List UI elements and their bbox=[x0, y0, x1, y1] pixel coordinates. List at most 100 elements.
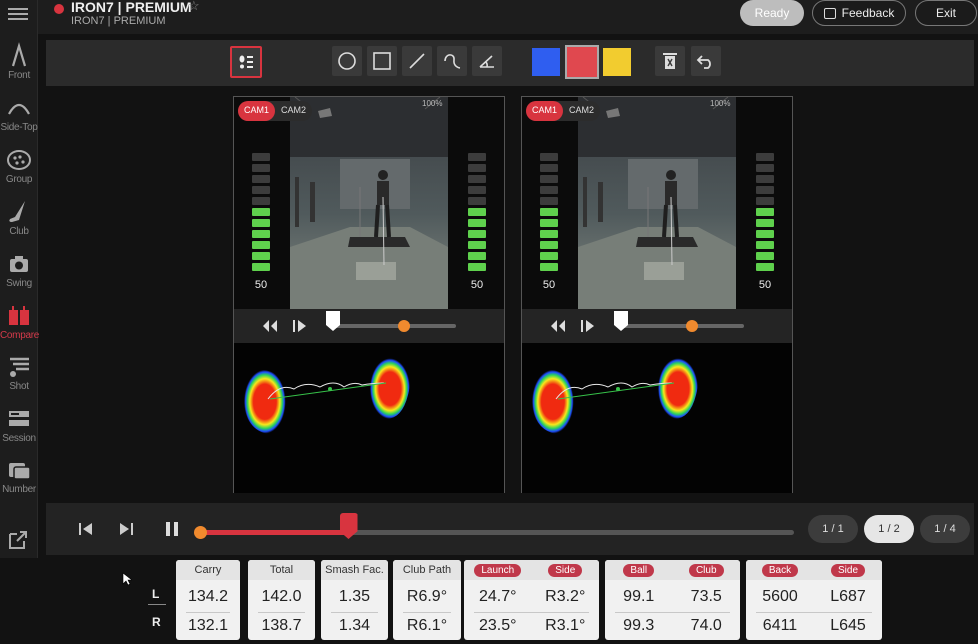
sidebar-item-club[interactable]: Club bbox=[0, 192, 38, 242]
video-controls bbox=[522, 309, 792, 343]
shot-stats: L R Carry 134.2 132.1 Total 142.0 138.7 Smash … bbox=[0, 558, 978, 644]
feedback-icon bbox=[823, 7, 836, 19]
sidebar-item-label: Swing bbox=[6, 278, 32, 289]
video-scrub-handle[interactable] bbox=[614, 311, 628, 331]
sidebar-item-shot[interactable]: Shot bbox=[0, 347, 38, 397]
sidebar-item-side-top[interactable]: Side-Top bbox=[0, 88, 38, 138]
angle-tool-icon[interactable] bbox=[472, 46, 502, 76]
number-icon bbox=[0, 456, 38, 484]
undo-icon[interactable] bbox=[691, 46, 721, 76]
line-tool-icon[interactable] bbox=[402, 46, 432, 76]
video-scrub-marker[interactable] bbox=[686, 320, 698, 332]
level-meter-segment bbox=[756, 230, 774, 238]
rectangle-tool-icon[interactable] bbox=[367, 46, 397, 76]
step-back-icon[interactable] bbox=[262, 319, 278, 338]
tab-cam1[interactable]: CAM1 bbox=[526, 101, 564, 121]
level-meter-segment bbox=[468, 252, 486, 260]
feedback-label: Feedback bbox=[841, 6, 895, 20]
level-meter-segment bbox=[756, 175, 774, 183]
step-forward-icon[interactable] bbox=[292, 319, 308, 338]
level-meter-segment bbox=[540, 186, 558, 194]
color-yellow-swatch[interactable] bbox=[603, 48, 631, 76]
level-meter-segment bbox=[252, 175, 270, 183]
footprint-tool-icon[interactable] bbox=[230, 46, 262, 78]
group-icon bbox=[0, 146, 38, 174]
golfer-video-frame bbox=[290, 97, 448, 309]
playback-timeline: 1 / 11 / 21 / 4 bbox=[46, 503, 974, 555]
video-scrub-track[interactable] bbox=[618, 320, 744, 332]
row-divider bbox=[148, 604, 166, 605]
level-meter-segment bbox=[540, 241, 558, 249]
ready-button[interactable]: Ready bbox=[740, 0, 804, 26]
sidebar-item-label: Compare bbox=[0, 330, 40, 341]
stat-value-right: 74.0 bbox=[690, 617, 722, 634]
right-level-meter bbox=[756, 153, 774, 274]
video-scrub-marker[interactable] bbox=[398, 320, 410, 332]
step-forward-icon[interactable] bbox=[118, 521, 134, 542]
delete-trash-icon[interactable] bbox=[655, 46, 685, 76]
sidebar-item-group[interactable]: Group bbox=[0, 140, 38, 190]
curve-tool-icon[interactable] bbox=[437, 46, 467, 76]
step-back-icon[interactable] bbox=[78, 521, 94, 542]
level-meter-segment bbox=[540, 252, 558, 260]
stat-value-left: R3.2° bbox=[545, 588, 586, 605]
level-meter-segment bbox=[540, 197, 558, 205]
level-meter-segment bbox=[468, 241, 486, 249]
stat-header: Total bbox=[269, 564, 294, 576]
page-button-2[interactable]: 1 / 2 bbox=[864, 515, 914, 543]
circle-tool-icon[interactable] bbox=[332, 46, 362, 76]
stat-card-launch-side: Launch Side 24.7° 23.5° R3.2° R3.1° bbox=[464, 560, 599, 640]
timeline-track[interactable] bbox=[194, 513, 794, 539]
video-scrub-handle[interactable] bbox=[326, 311, 340, 331]
stat-card-back-side: Back Side 5600 6411 L687 L645 bbox=[746, 560, 882, 640]
export-icon[interactable] bbox=[6, 528, 30, 552]
level-meter-segment bbox=[756, 164, 774, 172]
timeline-start-marker[interactable] bbox=[194, 526, 207, 539]
stat-card-carry: Carry 134.2 132.1 bbox=[176, 560, 240, 640]
stat-value-left: 99.1 bbox=[623, 588, 655, 605]
stat-value-left: 5600 bbox=[762, 588, 798, 605]
sidebar-item-compare[interactable]: Compare bbox=[0, 296, 40, 346]
level-meter-segment bbox=[468, 230, 486, 238]
stat-value-right: 132.1 bbox=[187, 617, 229, 634]
tab-cam2[interactable]: CAM2 bbox=[275, 101, 312, 121]
camera-video-view[interactable] bbox=[578, 97, 736, 309]
level-meter-segment bbox=[540, 175, 558, 183]
camera-switch-icon[interactable] bbox=[604, 106, 622, 124]
page-button-1[interactable]: 1 / 1 bbox=[808, 515, 858, 543]
exit-button[interactable]: Exit bbox=[915, 0, 977, 26]
video-scrub-track[interactable] bbox=[330, 320, 456, 332]
color-red-swatch[interactable] bbox=[565, 45, 599, 79]
left-foot-pressure bbox=[532, 369, 574, 434]
stat-card-ball-club: Ball Club 99.1 99.3 73.5 74.0 bbox=[605, 560, 740, 640]
drawing-toolbar bbox=[46, 40, 974, 86]
stat-value-right: 1.34 bbox=[338, 617, 371, 634]
camera-switch-icon[interactable] bbox=[316, 106, 334, 124]
level-meter-segment bbox=[252, 197, 270, 205]
compare-panel-2: CAM1 CAM2 100% 50 50 bbox=[521, 96, 793, 493]
zoom-level: 100% bbox=[422, 99, 443, 108]
stat-value-right: 23.5° bbox=[478, 617, 517, 634]
camera-video-view[interactable] bbox=[290, 97, 448, 309]
level-meter-segment bbox=[468, 219, 486, 227]
sidebar-item-front[interactable]: Front bbox=[0, 36, 38, 86]
step-back-icon[interactable] bbox=[550, 319, 566, 338]
tab-cam1[interactable]: CAM1 bbox=[238, 101, 276, 121]
tab-cam2[interactable]: CAM2 bbox=[563, 101, 600, 121]
sidebar-item-swing[interactable]: Swing bbox=[0, 244, 38, 294]
left-meter-value: 50 bbox=[254, 279, 268, 291]
feedback-button[interactable]: Feedback bbox=[812, 0, 906, 26]
sidebar-item-number[interactable]: Number bbox=[0, 450, 38, 500]
level-meter-segment bbox=[468, 153, 486, 161]
sidebar-item-session[interactable]: Session bbox=[0, 399, 38, 449]
pause-icon[interactable] bbox=[164, 521, 180, 542]
sidebar: Front Side-Top Group Club Swing Compare Shot Se… bbox=[0, 0, 40, 644]
color-blue-swatch[interactable] bbox=[532, 48, 560, 76]
step-forward-icon[interactable] bbox=[580, 319, 596, 338]
page-button-3[interactable]: 1 / 4 bbox=[920, 515, 970, 543]
level-meter-segment bbox=[468, 175, 486, 183]
hamburger-menu-icon[interactable] bbox=[8, 5, 28, 21]
timeline-scrubber-handle[interactable] bbox=[339, 513, 358, 539]
favorite-star-icon[interactable]: ☆ bbox=[188, 0, 200, 14]
sidebar-item-label: Front bbox=[8, 70, 30, 81]
